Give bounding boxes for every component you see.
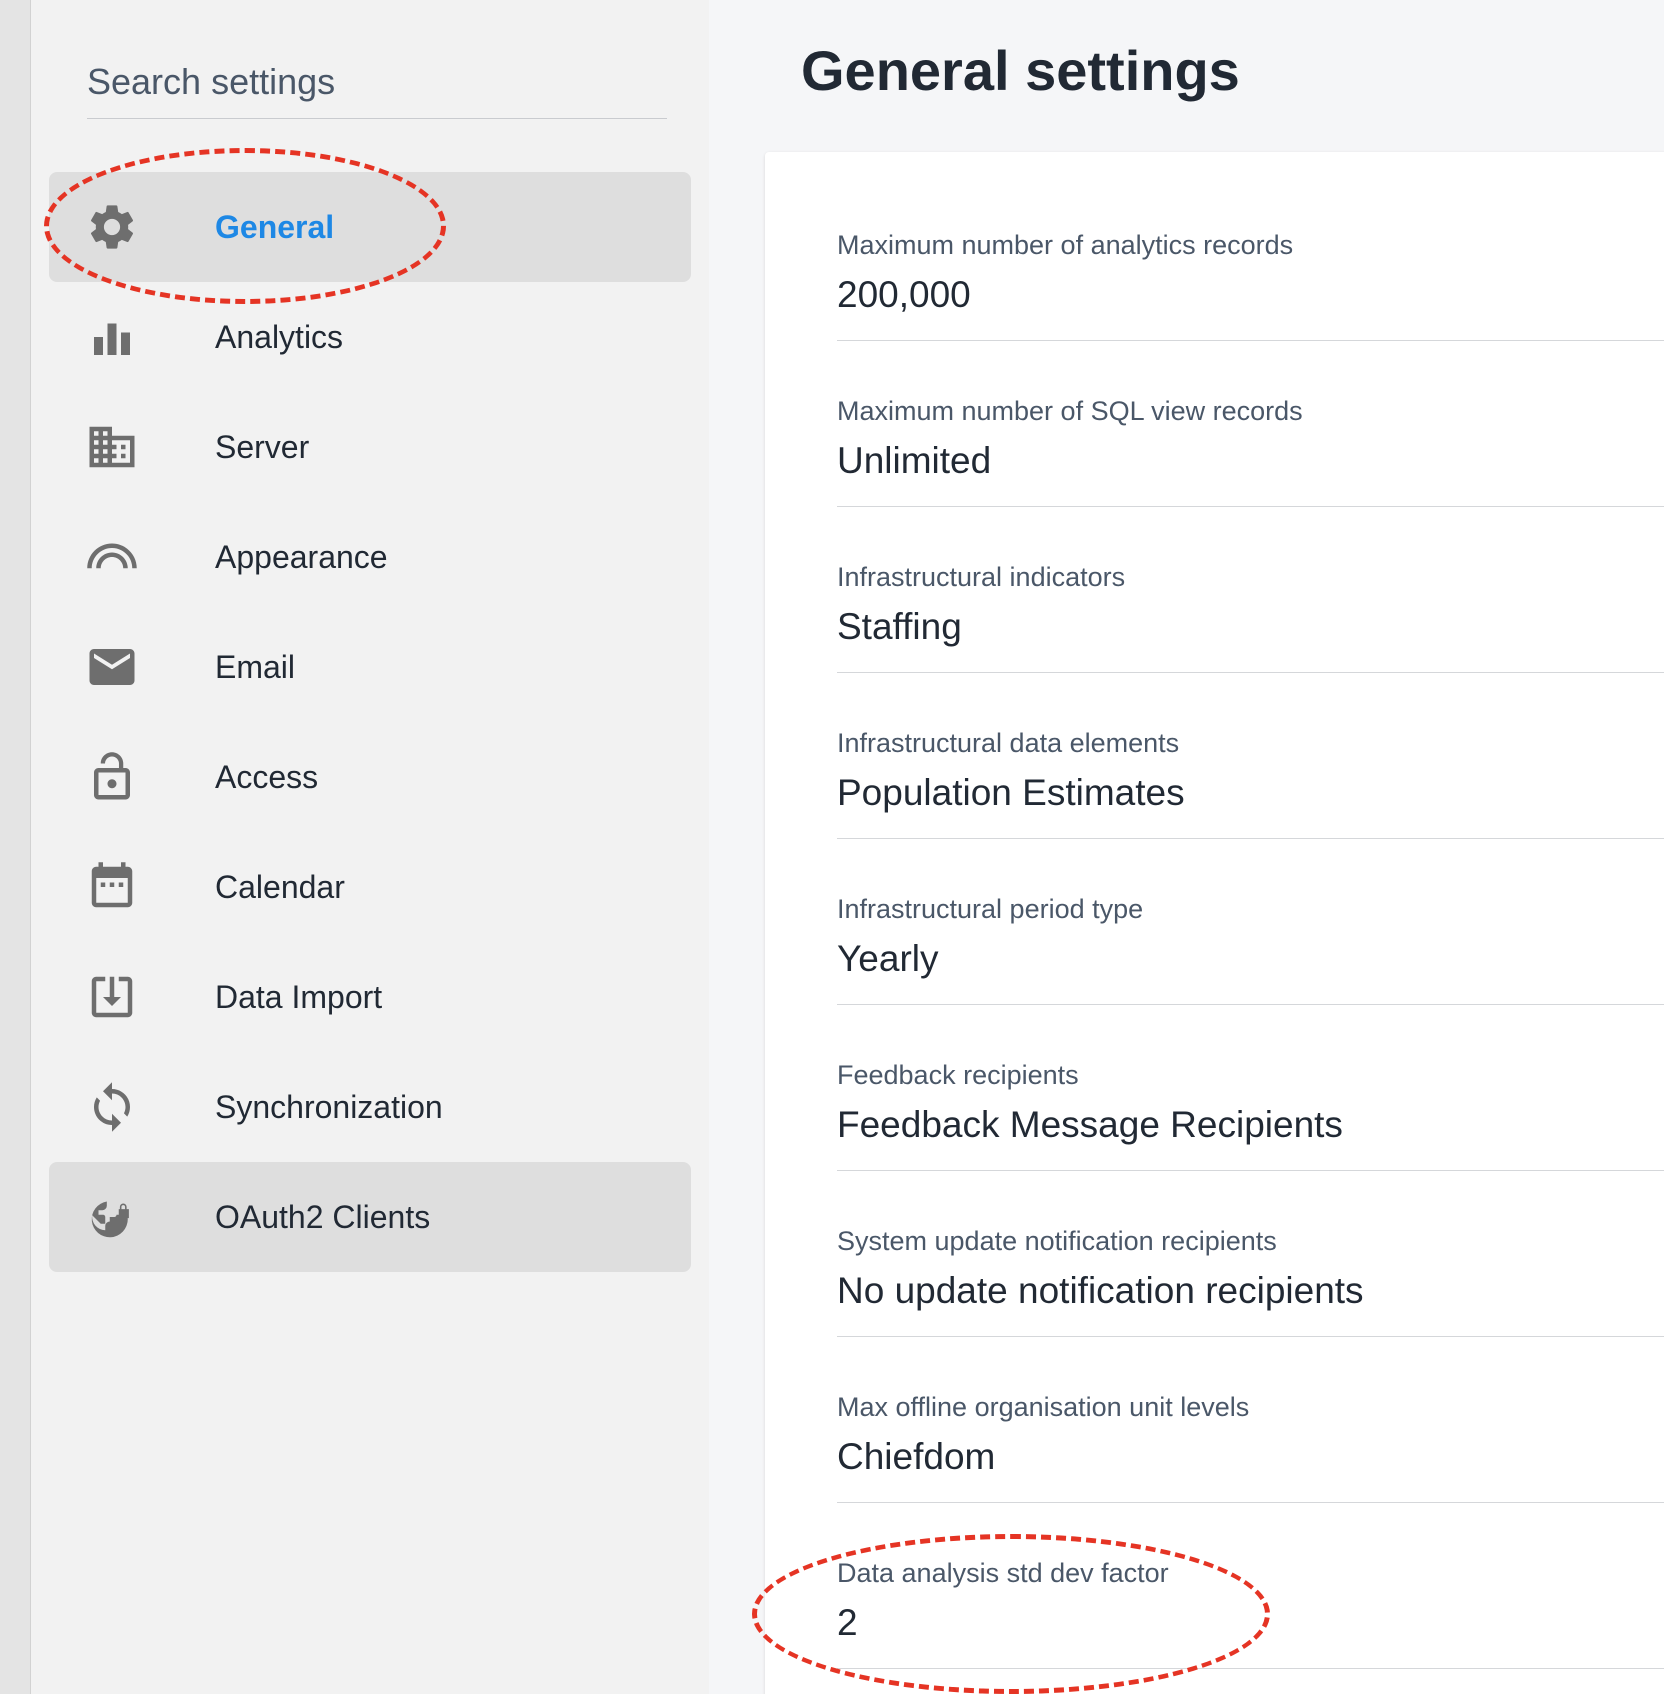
setting-value[interactable]: Staffing [837,606,962,648]
sidebar-item-label: Synchronization [215,1088,443,1125]
sidebar-item-access[interactable]: Access [49,722,691,832]
setting-value[interactable]: Unlimited [837,440,991,482]
search-field [87,54,667,119]
setting-value[interactable]: Population Estimates [837,772,1185,814]
sidebar-item-label: Server [215,428,310,465]
sidebar-item-calendar[interactable]: Calendar [49,832,691,942]
sidebar-item-label: Data Import [215,978,383,1015]
sidebar-item-general[interactable]: General [49,172,691,282]
setting-value[interactable]: 2 [837,1602,858,1644]
rainbow-icon [85,530,139,584]
sidebar-item-label: Email [215,648,296,685]
setting-system-update-recipients[interactable]: System update notification recipients No… [837,1226,1664,1337]
settings-nav: General Analytics Server Appearance Emai… [49,172,691,1272]
sidebar-item-email[interactable]: Email [49,612,691,722]
envelope-icon [85,640,139,694]
sidebar-item-label: Analytics [215,318,344,355]
sidebar: General Analytics Server A [31,0,709,1694]
sidebar-item-analytics[interactable]: Analytics [49,282,691,392]
sidebar-item-server[interactable]: Server [49,392,691,502]
sidebar-item-synchronization[interactable]: Synchronization [49,1052,691,1162]
sync-icon [85,1080,139,1134]
setting-std-dev-factor[interactable]: Data analysis std dev factor 2 [837,1558,1664,1669]
setting-value[interactable]: Yearly [837,938,938,980]
sidebar-item-label: OAuth2 Clients [215,1198,431,1235]
setting-infrastructural-indicators[interactable]: Infrastructural indicators Staffing [837,562,1664,673]
setting-label: Feedback recipients [837,1060,1079,1090]
setting-label: Infrastructural data elements [837,728,1180,758]
setting-label: Data analysis std dev factor [837,1558,1169,1588]
lock-icon [85,750,139,804]
main-content: General settings Maximum number of analy… [709,0,1664,1694]
setting-label: Maximum number of analytics records [837,230,1294,260]
sidebar-item-label: Access [215,758,319,795]
settings-card: Maximum number of analytics records 200,… [765,152,1664,1694]
setting-value[interactable]: No update notification recipients [837,1270,1364,1312]
page-title: General settings [801,39,1240,102]
sidebar-item-data-import[interactable]: Data Import [49,942,691,1052]
setting-value[interactable]: Feedback Message Recipients [837,1104,1343,1146]
setting-infrastructural-period-type[interactable]: Infrastructural period type Yearly [837,894,1664,1005]
setting-label: Infrastructural indicators [837,562,1126,592]
calendar-icon [85,860,139,914]
setting-label: System update notification recipients [837,1226,1277,1256]
setting-label: Max offline organisation unit levels [837,1392,1250,1422]
bar-chart-icon [85,310,139,364]
setting-max-offline-org-unit-levels[interactable]: Max offline organisation unit levels Chi… [837,1392,1664,1503]
setting-value[interactable]: 200,000 [837,274,971,316]
sidebar-item-label: General [215,208,335,245]
setting-label: Infrastructural period type [837,894,1144,924]
window-edge-strip [0,0,31,1694]
sidebar-item-appearance[interactable]: Appearance [49,502,691,612]
setting-infrastructural-data-elements[interactable]: Infrastructural data elements Population… [837,728,1664,839]
building-icon [85,420,139,474]
sidebar-item-label: Appearance [215,538,388,575]
sidebar-item-oauth2-clients[interactable]: OAuth2 Clients [49,1162,691,1272]
globe-lock-icon [85,1190,139,1244]
setting-feedback-recipients[interactable]: Feedback recipients Feedback Message Rec… [837,1060,1664,1171]
import-icon [85,970,139,1024]
setting-max-analytics-records[interactable]: Maximum number of analytics records 200,… [837,230,1664,341]
setting-max-sql-view-records[interactable]: Maximum number of SQL view records Unlim… [837,396,1664,507]
search-input[interactable] [87,54,667,110]
setting-label: Maximum number of SQL view records [837,396,1303,426]
sidebar-item-label: Calendar [215,868,345,905]
settings-page: General Analytics Server A [0,0,1664,1694]
setting-value[interactable]: Chiefdom [837,1436,995,1478]
gear-icon [85,200,139,254]
